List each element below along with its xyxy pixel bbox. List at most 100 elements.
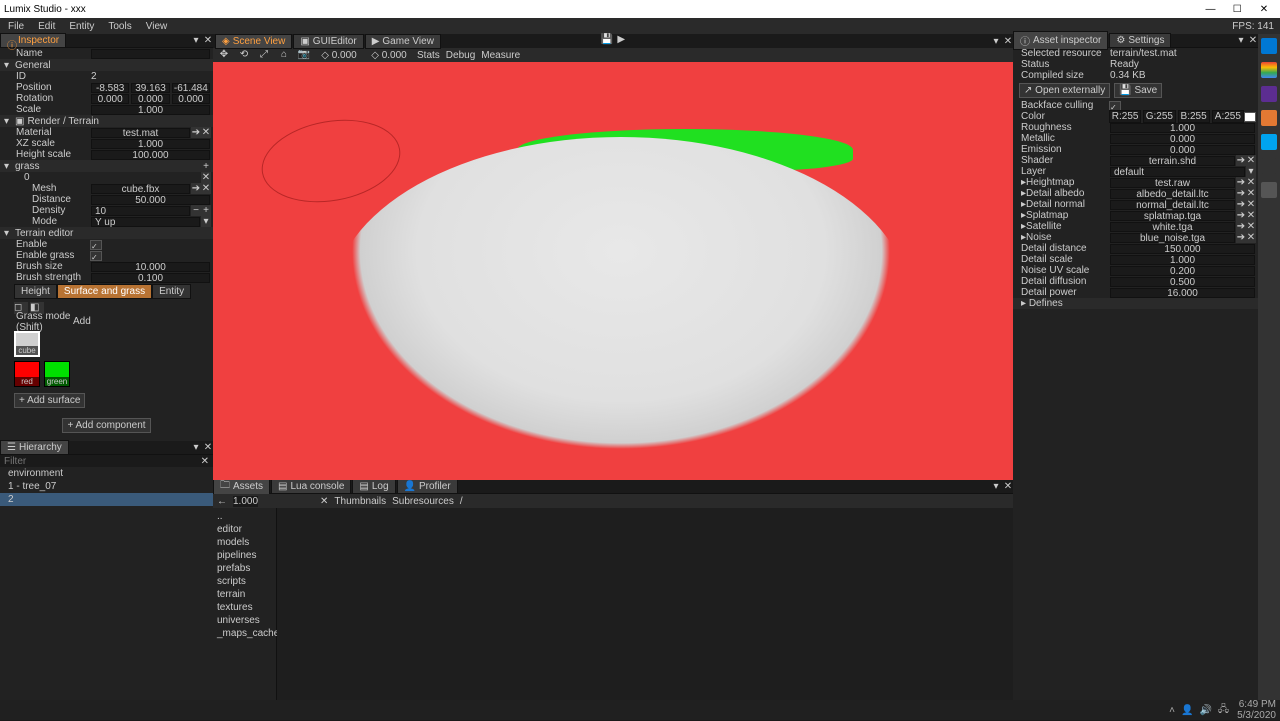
swatch-red[interactable]: red xyxy=(14,361,40,387)
back-icon[interactable]: ← xyxy=(217,496,227,507)
goto-icon[interactable]: ➔ xyxy=(1236,177,1246,188)
folder-item[interactable]: universes xyxy=(217,614,272,627)
close-panel-icon[interactable]: ✕ xyxy=(203,442,213,453)
backface-checkbox[interactable] xyxy=(1109,101,1121,111)
hierarchy-item[interactable]: 2 xyxy=(0,493,213,506)
maximize-button[interactable]: ☐ xyxy=(1225,4,1249,15)
grass-header[interactable]: ▾grass+ xyxy=(0,160,213,172)
tex-albedo[interactable]: albedo_detail.ltc xyxy=(1110,189,1235,199)
tex-splatmap[interactable]: splatmap.tga xyxy=(1110,211,1235,221)
tab-lua-console[interactable]: ▤Lua console xyxy=(271,479,351,494)
tab-profiler[interactable]: 👤Profiler xyxy=(397,479,458,494)
detail-diffusion[interactable]: 0.500 xyxy=(1110,277,1255,287)
metallic-input[interactable]: 0.000 xyxy=(1110,134,1255,144)
chevron-down-icon[interactable]: ▾ xyxy=(201,216,211,227)
distance-input[interactable]: 50.000 xyxy=(91,195,210,205)
pin-icon[interactable]: ▾ xyxy=(991,36,1001,47)
menu-edit[interactable]: Edit xyxy=(32,20,61,33)
plus-icon[interactable]: + xyxy=(201,205,211,216)
thumb-scale[interactable]: 1.000 xyxy=(233,496,258,507)
close-panel-icon[interactable]: ✕ xyxy=(1003,36,1013,47)
mode-select[interactable]: Y up xyxy=(91,217,200,227)
clear-icon[interactable]: ✕ xyxy=(1246,210,1256,221)
app-icon[interactable] xyxy=(1261,182,1277,198)
tab-height[interactable]: Height xyxy=(14,284,57,299)
goto-icon[interactable]: ➔ xyxy=(1236,210,1246,221)
close-panel-icon[interactable]: ✕ xyxy=(203,35,213,46)
close-panel-icon[interactable]: ✕ xyxy=(1248,35,1258,46)
terrain-editor-header[interactable]: ▾Terrain editor xyxy=(0,227,213,239)
inspector-tab[interactable]: ⓘInspector xyxy=(0,33,66,48)
rot-y[interactable]: 0.000 xyxy=(131,94,169,104)
close-button[interactable]: ✕ xyxy=(1252,4,1276,15)
tab-gui-editor[interactable]: ▣GUIEditor xyxy=(293,34,363,49)
name-input[interactable] xyxy=(91,49,210,59)
people-icon[interactable]: 👤 xyxy=(1181,705,1193,716)
clear-icon[interactable]: ✕ xyxy=(1246,188,1256,199)
hierarchy-item[interactable]: 1 - tree_07 xyxy=(0,480,213,493)
menu-file[interactable]: File xyxy=(2,20,30,33)
density-input[interactable]: 10 xyxy=(91,206,190,216)
open-externally-button[interactable]: ↗ Open externally xyxy=(1019,83,1110,98)
clear-icon[interactable]: ✕ xyxy=(201,183,211,194)
asset-grid[interactable] xyxy=(277,508,1013,700)
height-scale-input[interactable]: 100.000 xyxy=(91,150,210,160)
stats-toggle[interactable]: Stats xyxy=(417,50,440,61)
breadcrumb-path[interactable]: / xyxy=(460,496,463,507)
brush-strength-slider[interactable]: 0.100 xyxy=(91,273,210,283)
volume-icon[interactable]: 🔊 xyxy=(1199,705,1211,716)
clock[interactable]: 6:49 PM 5/3/2020 xyxy=(1237,699,1276,721)
folder-item[interactable]: .. xyxy=(217,510,272,523)
detail-scale[interactable]: 1.000 xyxy=(1110,255,1255,265)
grass-index[interactable]: 0 xyxy=(2,172,90,183)
tab-settings[interactable]: ⚙Settings xyxy=(1109,33,1171,48)
tab-game-view[interactable]: ▶Game View xyxy=(365,34,441,49)
clear-icon[interactable]: ✕ xyxy=(1246,221,1256,232)
folder-item[interactable]: terrain xyxy=(217,588,272,601)
hierarchy-filter-input[interactable] xyxy=(4,456,201,467)
add-icon[interactable]: + xyxy=(203,161,209,172)
goto-icon[interactable]: ➔ xyxy=(1236,155,1246,166)
clear-icon[interactable]: ✕ xyxy=(1246,177,1256,188)
clear-filter-icon[interactable]: ✕ xyxy=(201,456,209,467)
detail-distance[interactable]: 150.000 xyxy=(1110,244,1255,254)
swatch-green[interactable]: green xyxy=(44,361,70,387)
close-panel-icon[interactable]: ✕ xyxy=(1003,481,1013,492)
menu-entity[interactable]: Entity xyxy=(63,20,100,33)
shader-input[interactable]: terrain.shd xyxy=(1110,156,1235,166)
minimize-button[interactable]: — xyxy=(1198,4,1222,15)
folder-item[interactable]: textures xyxy=(217,601,272,614)
emission-input[interactable]: 0.000 xyxy=(1110,145,1255,155)
add-component-button[interactable]: + Add component xyxy=(62,418,150,433)
clear-icon[interactable]: ✕ xyxy=(1246,199,1256,210)
pos-x[interactable]: -8.583 xyxy=(91,83,129,93)
goto-icon[interactable]: ➔ xyxy=(1236,221,1246,232)
measure-toggle[interactable]: Measure xyxy=(481,50,520,61)
menu-tools[interactable]: Tools xyxy=(102,20,137,33)
pin-icon[interactable]: ▾ xyxy=(1236,35,1246,46)
pin-icon[interactable]: ▾ xyxy=(991,481,1001,492)
tab-log[interactable]: ▤Log xyxy=(352,479,395,494)
save-icon[interactable]: 💾 xyxy=(601,34,613,45)
pos-y[interactable]: 39.163 xyxy=(131,83,169,93)
app-icon[interactable] xyxy=(1261,134,1277,150)
scale-tool-icon[interactable]: ⤢ xyxy=(257,49,271,61)
minus-icon[interactable]: − xyxy=(191,205,201,216)
debug-toggle[interactable]: Debug xyxy=(446,50,475,61)
remove-icon[interactable]: ✕ xyxy=(201,172,211,183)
home-icon[interactable]: ⌂ xyxy=(277,49,291,61)
mesh-input[interactable]: cube.fbx xyxy=(91,184,190,194)
folder-item[interactable]: editor xyxy=(217,523,272,536)
pos-z[interactable]: -61.484 xyxy=(172,83,210,93)
play-icon[interactable]: ▶ xyxy=(617,34,625,45)
scene-viewport[interactable] xyxy=(213,62,1013,480)
hierarchy-item[interactable]: environment xyxy=(0,467,213,480)
tab-scene-view[interactable]: ◈Scene View xyxy=(215,34,292,49)
chevron-up-icon[interactable]: ˄ xyxy=(1169,705,1175,716)
detail-power[interactable]: 16.000 xyxy=(1110,288,1255,298)
folder-item[interactable]: prefabs xyxy=(217,562,272,575)
clear-icon[interactable]: ✕ xyxy=(1246,155,1256,166)
clear-asset-filter[interactable]: ✕ xyxy=(320,496,328,507)
rotate-tool-icon[interactable]: ⟲ xyxy=(237,49,251,61)
tab-entity[interactable]: Entity xyxy=(152,284,191,299)
